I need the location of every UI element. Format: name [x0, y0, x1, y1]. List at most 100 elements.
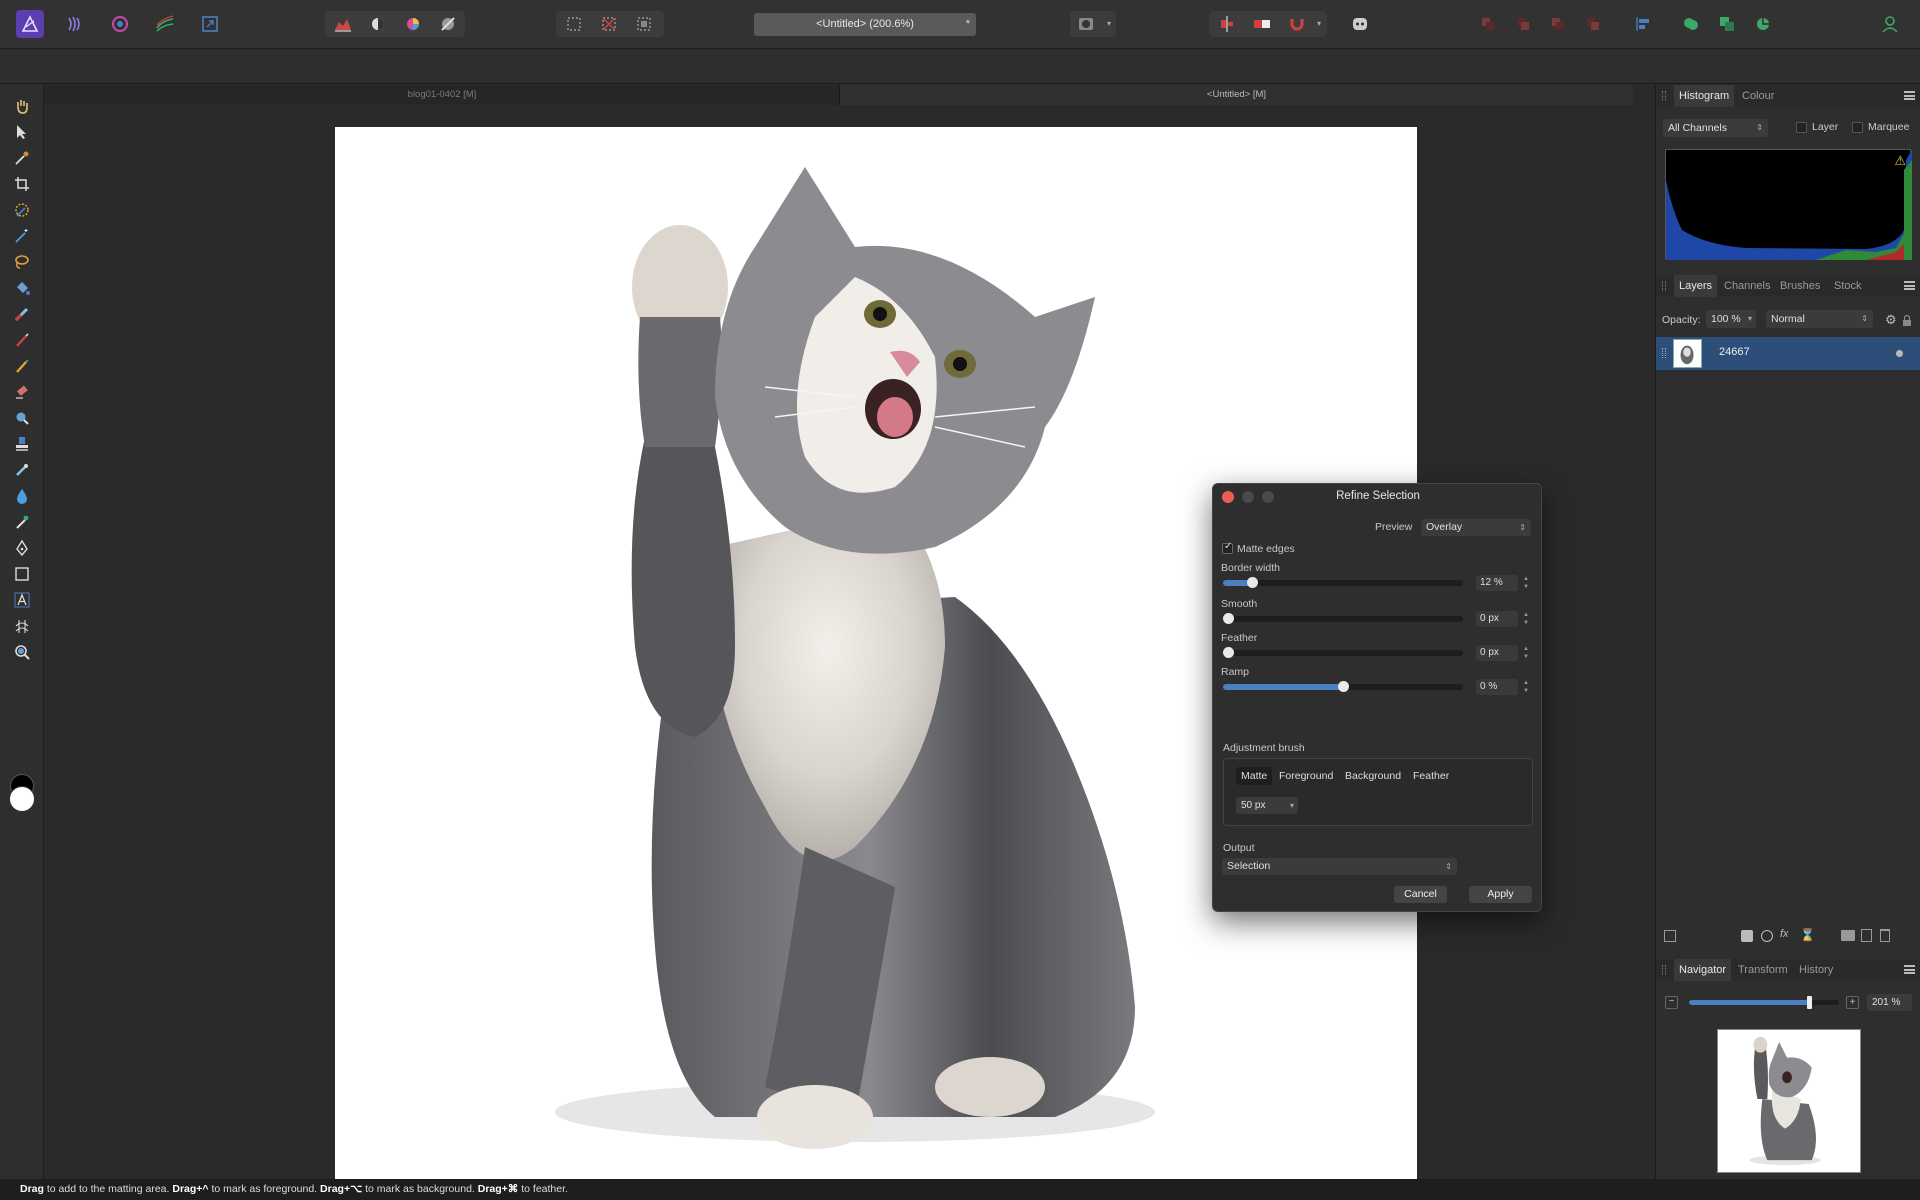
blur-tool-icon[interactable]	[10, 484, 34, 508]
zoom-value-field[interactable]: 201 %	[1867, 994, 1912, 1011]
opacity-dropdown-icon[interactable]: ▾	[1748, 310, 1752, 328]
snapping-icon[interactable]	[1283, 10, 1311, 38]
document-title-bar[interactable]: <Untitled> (200.6%) *	[754, 13, 976, 36]
matte-edges-checkbox[interactable]: ✓	[1222, 541, 1233, 554]
blend-mode-select[interactable]: Normal ⇕	[1766, 310, 1873, 328]
pen-tool-icon[interactable]	[10, 536, 34, 560]
cancel-button[interactable]: Cancel	[1394, 886, 1447, 903]
zoom-in-icon[interactable]: +	[1846, 996, 1859, 1009]
account-icon[interactable]	[1876, 10, 1904, 38]
tab-colour[interactable]: Colour	[1742, 85, 1774, 107]
move-tool-icon[interactable]	[10, 120, 34, 144]
assistant-icon[interactable]	[1248, 10, 1276, 38]
selection-brush-tool-icon[interactable]	[10, 198, 34, 222]
brush-mode-feather[interactable]: Feather	[1408, 767, 1454, 785]
slider-handle[interactable]	[1223, 613, 1234, 624]
tab-layers[interactable]: Layers	[1674, 275, 1718, 297]
arrange-back-icon[interactable]	[1474, 10, 1502, 38]
stepper-icon[interactable]: ▲ ▼	[1521, 645, 1531, 661]
develop-persona-icon[interactable]	[106, 10, 134, 38]
quick-mask-dropdown-icon[interactable]: ▾	[1107, 19, 1111, 28]
layer-visibility-icon[interactable]	[1896, 350, 1903, 357]
slider-track[interactable]	[1223, 577, 1463, 588]
slider-track[interactable]	[1223, 681, 1463, 692]
boolean-add-icon[interactable]	[1677, 10, 1705, 38]
alignment-icon[interactable]	[1629, 10, 1657, 38]
tab-histogram[interactable]: Histogram	[1674, 85, 1735, 107]
opacity-field[interactable]: 100 % ▾	[1706, 310, 1756, 328]
brush-size-dropdown-icon[interactable]: ▾	[1290, 797, 1294, 814]
layer-settings-gear-icon[interactable]: ⚙	[1885, 312, 1897, 328]
boolean-intersect-icon[interactable]	[1749, 10, 1777, 38]
boolean-subtract-icon[interactable]	[1713, 10, 1741, 38]
zoom-slider[interactable]	[1689, 996, 1839, 1009]
live-filter-icon[interactable]: fx	[1780, 928, 1789, 940]
invert-selection-icon[interactable]	[630, 10, 658, 38]
zoom-tool-icon[interactable]	[10, 640, 34, 664]
marquee-checkbox[interactable]	[1852, 122, 1863, 133]
flood-fill-tool-icon[interactable]	[10, 276, 34, 300]
color-picker-tool-icon[interactable]	[10, 146, 34, 170]
freehand-selection-tool-icon[interactable]	[10, 250, 34, 274]
slider-value-field[interactable]: 0 px	[1476, 611, 1518, 627]
slider-value-field[interactable]: 0 px	[1476, 645, 1518, 661]
tab-channels[interactable]: Channels	[1724, 275, 1770, 297]
stepper-icon[interactable]: ▲ ▼	[1521, 611, 1531, 627]
text-tool-icon[interactable]	[10, 588, 34, 612]
hand-tool-icon[interactable]	[10, 94, 34, 118]
white-balance-icon[interactable]	[364, 10, 392, 38]
export-persona-icon[interactable]	[196, 10, 224, 38]
layer-checkbox[interactable]	[1796, 122, 1807, 133]
slider-handle[interactable]	[1223, 647, 1234, 658]
deselect-icon[interactable]	[595, 10, 623, 38]
panel-grip-icon[interactable]	[1662, 281, 1666, 291]
color-wheel-icon[interactable]	[399, 10, 427, 38]
layer-options-icon[interactable]	[1664, 930, 1676, 942]
tab-blog01[interactable]: blog01-0402 [M]	[45, 85, 839, 105]
arrange-backward-icon[interactable]	[1509, 10, 1537, 38]
adjustment-layer-icon[interactable]	[1761, 930, 1773, 942]
erase-brush-tool-icon[interactable]	[10, 380, 34, 404]
slider-handle[interactable]	[1246, 577, 1258, 588]
dodge-tool-icon[interactable]	[10, 406, 34, 430]
snapping-dropdown-icon[interactable]: ▾	[1317, 19, 1321, 28]
align-icon[interactable]	[1213, 10, 1241, 38]
slider-track[interactable]	[1223, 613, 1463, 624]
liquify-persona-icon[interactable]	[61, 10, 89, 38]
photo-persona-icon[interactable]	[16, 10, 44, 38]
pixel-layer-icon[interactable]: ⌛	[1800, 928, 1815, 942]
brush-mode-foreground[interactable]: Foreground	[1274, 767, 1338, 785]
lock-icon[interactable]	[1903, 313, 1911, 326]
paint-brush-tool-icon[interactable]	[10, 328, 34, 352]
slider-value-field[interactable]: 0 %	[1476, 679, 1518, 695]
tab-transform[interactable]: Transform	[1738, 959, 1788, 981]
mask-layer-icon[interactable]	[1741, 930, 1753, 942]
secondary-color-swatch[interactable]	[9, 786, 35, 812]
slider-track[interactable]	[1223, 647, 1463, 658]
tab-stock[interactable]: Stock	[1834, 275, 1862, 297]
clone-tool-icon[interactable]	[10, 432, 34, 456]
trash-icon[interactable]	[1880, 929, 1890, 942]
group-folder-icon[interactable]	[1841, 930, 1855, 941]
layer-row[interactable]: 24667	[1656, 337, 1920, 370]
navigator-preview[interactable]	[1717, 1029, 1861, 1173]
arrange-forward-icon[interactable]	[1544, 10, 1572, 38]
panel-menu-icon[interactable]	[1904, 965, 1915, 974]
brush-size-field[interactable]: 50 px ▾	[1236, 797, 1298, 814]
add-layer-icon[interactable]	[1861, 929, 1872, 942]
rectangle-tool-icon[interactable]	[10, 562, 34, 586]
brush-mode-background[interactable]: Background	[1340, 767, 1406, 785]
mesh-warp-tool-icon[interactable]	[10, 614, 34, 638]
magic-wand-tool-icon[interactable]	[10, 224, 34, 248]
inpainting-tool-icon[interactable]	[10, 458, 34, 482]
levels-icon[interactable]	[329, 10, 357, 38]
smudge-tool-icon[interactable]	[10, 510, 34, 534]
slider-value-field[interactable]: 12 %	[1476, 575, 1518, 591]
preview-select[interactable]: Overlay ⇕	[1421, 519, 1531, 536]
black-white-icon[interactable]	[434, 10, 462, 38]
tab-navigator[interactable]: Navigator	[1674, 959, 1732, 981]
stepper-icon[interactable]: ▲ ▼	[1521, 679, 1531, 695]
assistant-robot-icon[interactable]	[1346, 10, 1374, 38]
crop-tool-icon[interactable]	[10, 172, 34, 196]
panel-menu-icon[interactable]	[1904, 281, 1915, 290]
